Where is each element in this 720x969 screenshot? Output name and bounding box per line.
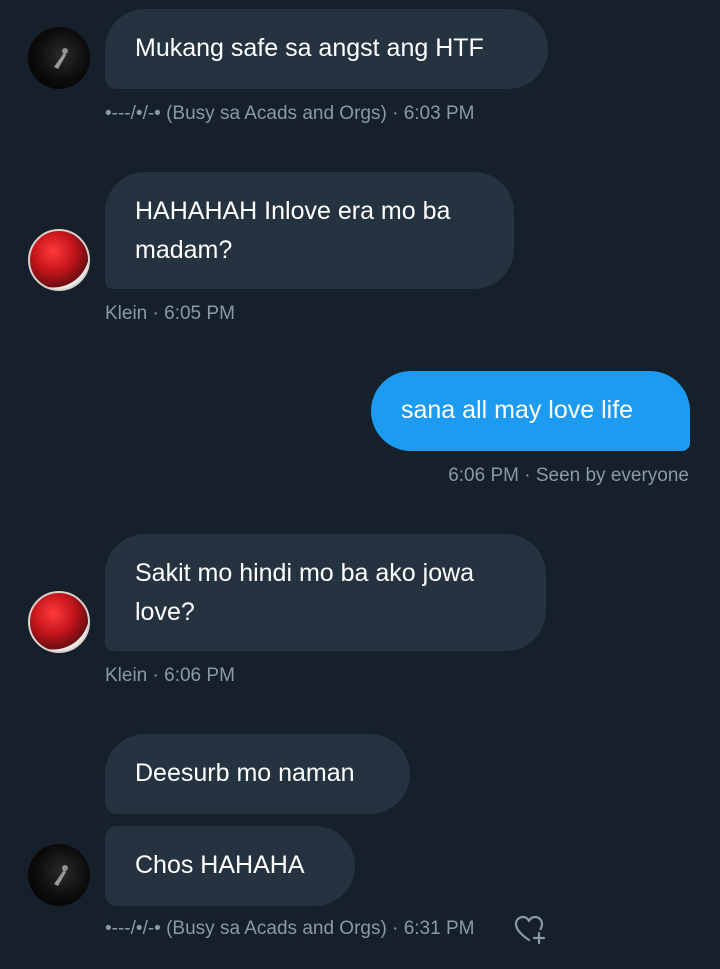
message-text: sana all may love life — [401, 396, 634, 424]
message-meta: Klein · 6:06 PM — [105, 665, 235, 686]
avatar-figure-icon — [54, 48, 68, 69]
avatar-figure-icon — [54, 865, 68, 886]
message-meta: •---/•/-• (Busy sa Acads and Orgs) · 6:0… — [105, 103, 475, 124]
message-bubble[interactable]: Deesurb mo naman — [105, 734, 410, 814]
message-bubble[interactable]: Mukang safe sa angst ang HTF — [105, 9, 548, 89]
avatar[interactable] — [28, 591, 90, 653]
message-text: HAHAHAH Inlove era mo ba madam? — [135, 197, 451, 264]
avatar[interactable] — [28, 27, 90, 89]
message-text: Mukang safe sa angst ang HTF — [135, 34, 484, 62]
message-text: Deesurb mo naman — [135, 759, 355, 787]
heart-plus-icon[interactable] — [514, 914, 548, 944]
message-meta: •---/•/-• (Busy sa Acads and Orgs) · 6:3… — [105, 918, 475, 939]
avatar[interactable] — [28, 229, 90, 291]
message-bubble-outgoing[interactable]: sana all may love life — [371, 371, 690, 451]
message-bubble[interactable]: Chos HAHAHA — [105, 826, 355, 906]
avatar[interactable] — [28, 844, 90, 906]
message-meta: 6:06 PM · Seen by everyone — [448, 465, 689, 486]
message-text: Chos HAHAHA — [135, 851, 305, 879]
message-text: Sakit mo hindi mo ba ako jowa love? — [135, 559, 475, 626]
message-meta: Klein · 6:05 PM — [105, 303, 235, 324]
message-bubble[interactable]: HAHAHAH Inlove era mo ba madam? — [105, 172, 514, 289]
message-bubble[interactable]: Sakit mo hindi mo ba ako jowa love? — [105, 534, 546, 651]
